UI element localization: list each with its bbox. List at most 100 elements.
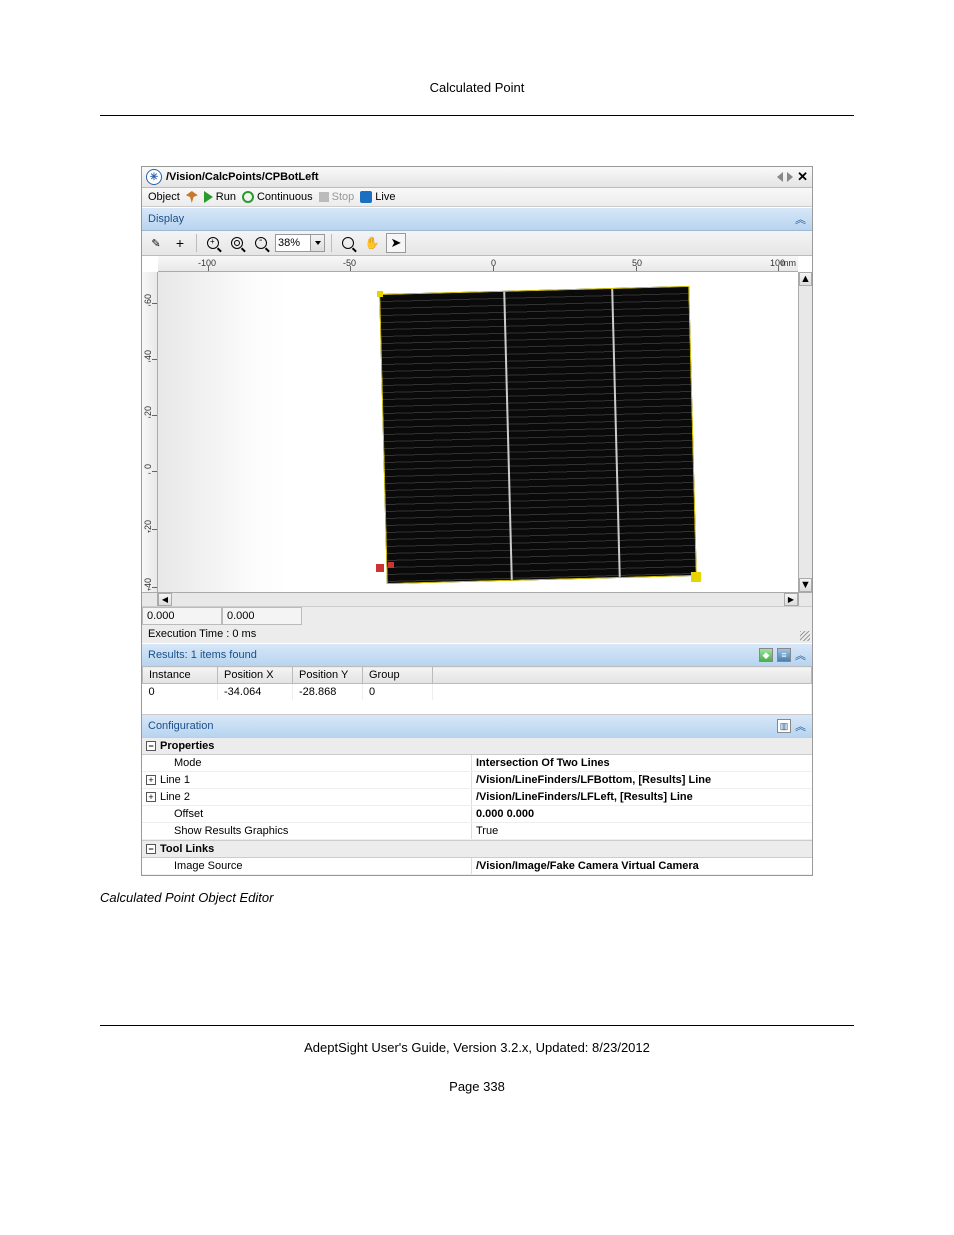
prop-value[interactable]: /Vision/LineFinders/LFBottom, [Results] … [472,772,812,788]
corner-marker [691,572,701,582]
zoom-combo[interactable] [275,234,325,252]
zoom-in-button[interactable] [203,233,223,253]
stop-button[interactable]: Stop [319,191,355,203]
continuous-icon [242,191,254,203]
cell-instance: 0 [143,684,218,701]
col-position-y[interactable]: Position Y [293,667,363,684]
display-label: Display [148,213,184,225]
scroll-right-icon[interactable]: ▶ [784,593,798,606]
cell-group: 0 [363,684,433,701]
crosshair-button[interactable]: + [170,233,190,253]
run-icon [204,191,213,203]
col-position-x[interactable]: Position X [218,667,293,684]
prop-key: Image Source [142,858,472,874]
panel-icon[interactable]: ▥ [777,719,791,733]
property-grid: −Properties Mode Intersection Of Two Lin… [142,737,812,875]
prop-key: +Line 2 [142,789,472,805]
prop-key: +Line 1 [142,772,472,788]
vertical-scrollbar[interactable]: ▲ ▼ [798,272,812,592]
prop-line2[interactable]: +Line 2 /Vision/LineFinders/LFLeft, [Res… [142,789,812,806]
display-section-header[interactable]: Display ︽ [142,207,812,231]
ruler-horizontal: -100 -50 0 50 100 mm [158,256,798,272]
zoom-fit-icon [231,237,243,249]
app-icon: ✳ [146,169,162,185]
zoom-in-icon [207,237,219,249]
scroll-left-icon[interactable]: ◀ [158,593,172,606]
prop-line1[interactable]: +Line 1 /Vision/LineFinders/LFBottom, [R… [142,772,812,789]
prop-image-source[interactable]: Image Source /Vision/Image/Fake Camera V… [142,858,812,875]
pan-button[interactable]: ✋ [362,233,382,253]
columns-icon[interactable]: ≡ [777,648,791,662]
editor-window: ✳ /Vision/CalcPoints/CPBotLeft ✕ Object … [141,166,813,876]
result-point-marker [376,564,384,572]
page-number: Page 338 [100,1079,854,1094]
prop-offset[interactable]: Offset 0.000 0.000 [142,806,812,823]
zoom-dropdown-icon[interactable] [310,235,324,251]
prop-show-results-graphics[interactable]: Show Results Graphics True [142,823,812,840]
collapse-icon[interactable]: − [146,741,156,751]
ruler-corner [142,592,158,606]
configuration-section-header[interactable]: Configuration ▥ ︽ [142,714,812,737]
continuous-button[interactable]: Continuous [242,191,313,203]
doc-footer: AdeptSight User's Guide, Version 3.2.x, … [100,1025,854,1055]
prop-key: Show Results Graphics [142,823,472,839]
doc-header: Calculated Point [100,80,854,116]
zoom-region-button[interactable] [338,233,358,253]
next-icon[interactable] [787,172,793,182]
live-button[interactable]: Live [360,191,395,203]
expand-icon[interactable]: + [146,792,156,802]
live-label: Live [375,191,395,203]
zoom-input[interactable] [276,237,310,249]
horizontal-scrollbar[interactable]: ◀ ▶ [158,592,798,606]
stop-label: Stop [332,191,355,203]
exec-status: Execution Time : 0 ms [142,625,812,643]
ruler-vertical: 60- 40- 20- 0- -20- -40- [142,272,158,592]
resize-grip-icon[interactable] [800,631,810,641]
table-row[interactable]: 0 -34.064 -28.868 0 [143,684,812,701]
exec-time-label: Execution Time : 0 ms [148,628,256,640]
title-bar: ✳ /Vision/CalcPoints/CPBotLeft ✕ [142,167,812,188]
object-label: Object [148,191,180,203]
scroll-up-icon[interactable]: ▲ [799,272,812,286]
expand-icon[interactable]: + [146,775,156,785]
status-x: 0.000 [142,607,222,625]
prop-value[interactable]: True [472,823,812,839]
zoom-fit-button[interactable] [227,233,247,253]
object-pin-button[interactable] [186,191,198,203]
category-tool-links[interactable]: −Tool Links [142,840,812,858]
continuous-label: Continuous [257,191,313,203]
prev-icon[interactable] [777,172,783,182]
export-icon[interactable]: ◆ [759,648,773,662]
col-group[interactable]: Group [363,667,433,684]
stop-icon [319,192,329,202]
col-instance[interactable]: Instance [143,667,218,684]
main-toolbar: Object Run Continuous Stop Live [142,188,812,207]
results-label: Results: 1 items found [148,649,257,661]
chevron-up-icon: ︽ [795,718,806,734]
scroll-down-icon[interactable]: ▼ [799,578,812,592]
coord-status: 0.000 0.000 [142,606,812,625]
zoom-out-icon [255,237,267,249]
prop-mode[interactable]: Mode Intersection Of Two Lines [142,755,812,772]
close-icon[interactable]: ✕ [797,169,808,185]
run-button[interactable]: Run [204,191,236,203]
chevron-up-icon: ︽ [795,647,806,663]
prop-key: Mode [142,755,472,771]
ruler-tick: 50 [632,258,642,268]
col-spacer [433,667,812,684]
image-canvas[interactable] [158,272,798,592]
prop-value[interactable]: /Vision/LineFinders/LFLeft, [Results] Li… [472,789,812,805]
results-section-header[interactable]: Results: 1 items found ◆ ≡ ︽ [142,643,812,666]
prop-value[interactable]: /Vision/Image/Fake Camera Virtual Camera [472,858,812,874]
cell-position-y: -28.868 [293,684,363,701]
window-title: /Vision/CalcPoints/CPBotLeft [166,171,777,183]
prop-value[interactable]: Intersection Of Two Lines [472,755,812,771]
figure-caption: Calculated Point Object Editor [100,890,854,905]
prop-value[interactable]: 0.000 0.000 [472,806,812,822]
configuration-label: Configuration [148,720,213,732]
tools-button[interactable]: ✎ [146,233,166,253]
zoom-out-button[interactable] [251,233,271,253]
category-properties[interactable]: −Properties [142,737,812,755]
pointer-button[interactable]: ➤ [386,233,406,253]
collapse-icon[interactable]: − [146,844,156,854]
